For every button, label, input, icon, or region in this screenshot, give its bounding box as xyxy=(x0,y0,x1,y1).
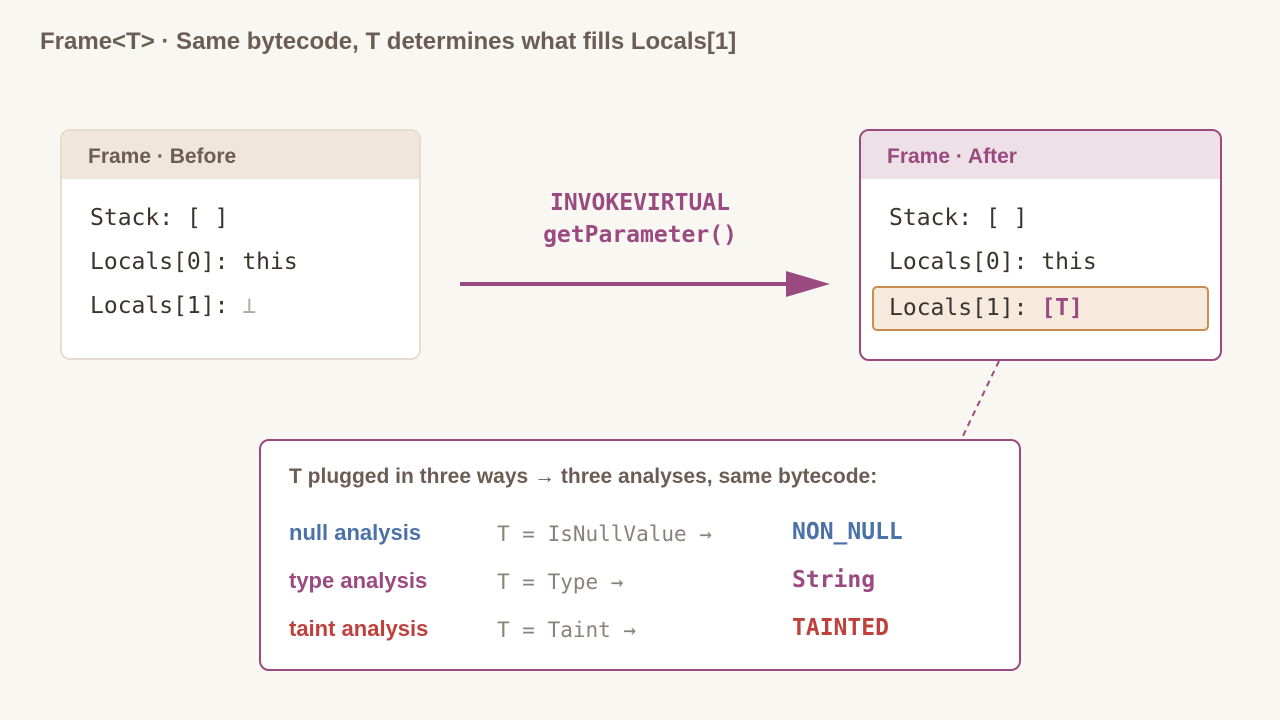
analysis-name-null: null analysis xyxy=(289,520,422,545)
after-stack-value: [ ] xyxy=(985,205,1028,231)
after-locals1-row: Locals[1]: [T] xyxy=(889,295,1083,321)
analysis-result-null: NON_NULL xyxy=(792,519,903,545)
frame-after-panel: Frame · After Stack: [ ] Locals[0]: this… xyxy=(859,129,1222,361)
analysis-expr-taint: T = Taint → xyxy=(497,618,637,642)
analysis-expr-null: T = IsNullValue → xyxy=(497,522,712,546)
callout-dashed-line xyxy=(961,360,1000,439)
analysis-result-taint: TAINTED xyxy=(792,615,889,641)
analyses-title: T plugged in three ways → three analyses… xyxy=(289,465,878,488)
after-stack-row: Stack: [ ] xyxy=(889,205,1027,231)
after-locals1-value: [T] xyxy=(1041,295,1083,321)
analysis-result-type: String xyxy=(792,567,876,593)
analysis-expr-type: T = Type → xyxy=(497,570,624,594)
analysis-name-taint: taint analysis xyxy=(289,616,429,641)
after-stack-label: Stack: xyxy=(889,205,986,231)
after-locals1-label: Locals[1]: xyxy=(889,295,1042,321)
analysis-name-type: type analysis xyxy=(289,568,428,593)
analyses-callout: T plugged in three ways → three analyses… xyxy=(259,439,1021,671)
after-locals0-row: Locals[0]: this xyxy=(889,249,1097,275)
after-locals0-value: this xyxy=(1041,249,1097,275)
transition-arrow-head xyxy=(786,271,830,297)
after-locals0-label: Locals[0]: xyxy=(889,249,1042,275)
frame-after-header: Frame · After xyxy=(861,131,1220,179)
